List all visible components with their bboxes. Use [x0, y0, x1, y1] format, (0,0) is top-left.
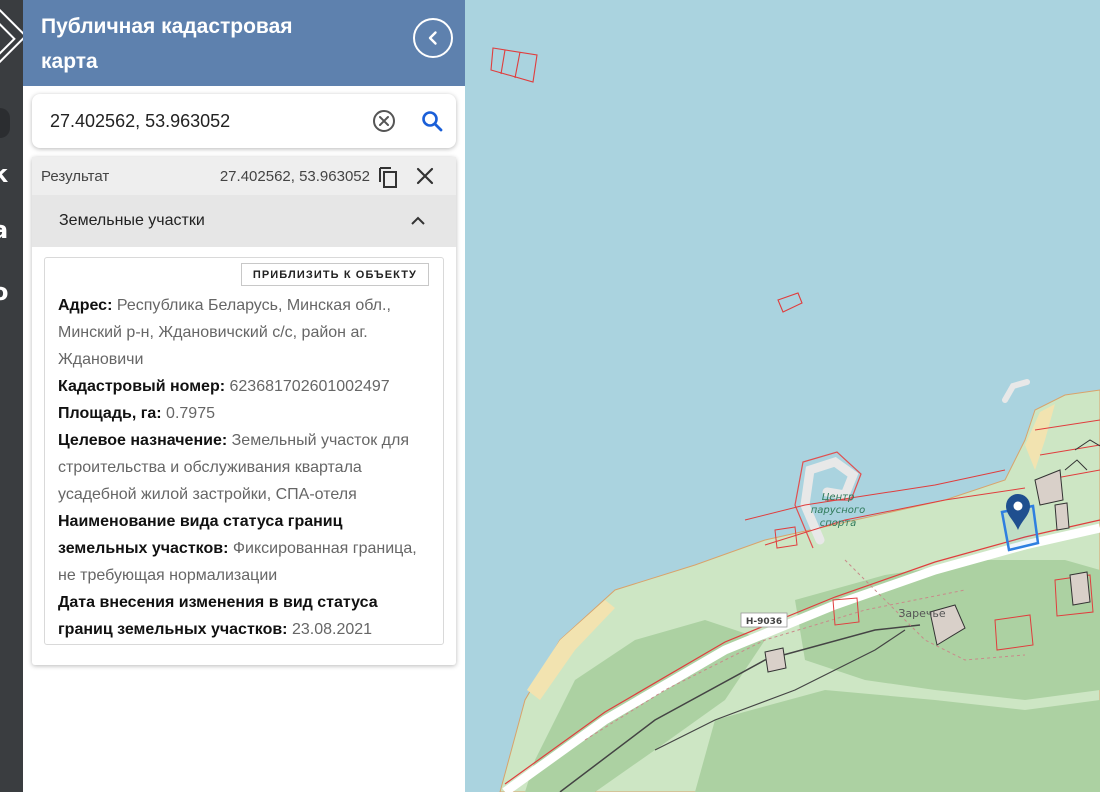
field-value: 623681702601002497 [229, 378, 390, 395]
land-plot-details: Адрес: Республика Беларусь, Минская обл.… [58, 292, 428, 643]
map-label-road: Н-9036 [746, 617, 782, 627]
field-value: 0.7975 [166, 405, 215, 422]
field-purpose: Целевое назначение: Земельный участок дл… [58, 427, 428, 508]
field-value: 23.08.2021 [291, 621, 373, 638]
search-icon[interactable] [420, 109, 444, 133]
field-change-date: Дата внесения изменения в вид статуса гр… [58, 589, 428, 643]
search-input[interactable] [50, 104, 350, 138]
rail-button[interactable] [0, 108, 10, 138]
land-plot-card: ПРИБЛИЗИТЬ К ОБЪЕКТУ Адрес: Республика Б… [44, 257, 444, 645]
result-header: Результат 27.402562, 53.963052 [32, 157, 456, 195]
field-boundary-status: Наименование вида статуса границ земельн… [58, 508, 428, 589]
map-view[interactable]: Центр парусного спорта Заречье Н-9036 [465, 0, 1100, 792]
side-panel: Публичная кадастровая карта Результат 27… [23, 0, 465, 792]
building [764, 647, 787, 673]
field-cadastral-number: Кадастровый номер: 623681702601002497 [58, 373, 428, 400]
rail-glyph: о [0, 278, 9, 306]
field-key: Площадь, га: [58, 405, 162, 422]
left-rail: к а о [0, 0, 23, 792]
chevron-up-icon [411, 216, 425, 225]
app-title: Публичная кадастровая карта [41, 15, 293, 73]
map-canvas[interactable]: Центр парусного спорта Заречье Н-9036 [465, 0, 1100, 792]
rail-glyph: а [0, 216, 9, 244]
search-box [32, 94, 456, 148]
app-logo-icon[interactable] [0, 4, 23, 68]
result-panel: Результат 27.402562, 53.963052 Земельные… [32, 157, 456, 665]
road-shield: Н-9036 [740, 612, 788, 628]
rail-glyph: к [0, 160, 9, 188]
section-title: Земельные участки [59, 212, 205, 229]
land-plots-section-toggle[interactable]: Земельные участки [32, 195, 456, 247]
zoom-to-object-button[interactable]: ПРИБЛИЗИТЬ К ОБЪЕКТУ [240, 263, 429, 286]
collapse-panel-button[interactable] [413, 18, 453, 58]
map-label-sailing-center: спорта [820, 518, 856, 529]
field-address: Адрес: Республика Беларусь, Минская обл.… [58, 292, 428, 373]
field-area: Площадь, га: 0.7975 [58, 400, 428, 427]
clear-circle-icon[interactable] [372, 109, 396, 133]
map-label-sailing-center: парусного [811, 505, 865, 516]
field-key: Целевое назначение: [58, 432, 228, 449]
map-label-sailing-center: Центр [822, 492, 855, 503]
copy-icon[interactable] [376, 164, 400, 190]
result-label: Результат [41, 168, 110, 185]
result-coords: 27.402562, 53.963052 [219, 168, 370, 185]
close-icon[interactable] [414, 165, 436, 187]
panel-header: Публичная кадастровая карта [23, 0, 465, 86]
field-key: Кадастровый номер: [58, 378, 226, 395]
field-key: Адрес: [58, 297, 113, 314]
chevron-left-icon [428, 31, 437, 45]
map-label-village: Заречье [898, 607, 946, 620]
